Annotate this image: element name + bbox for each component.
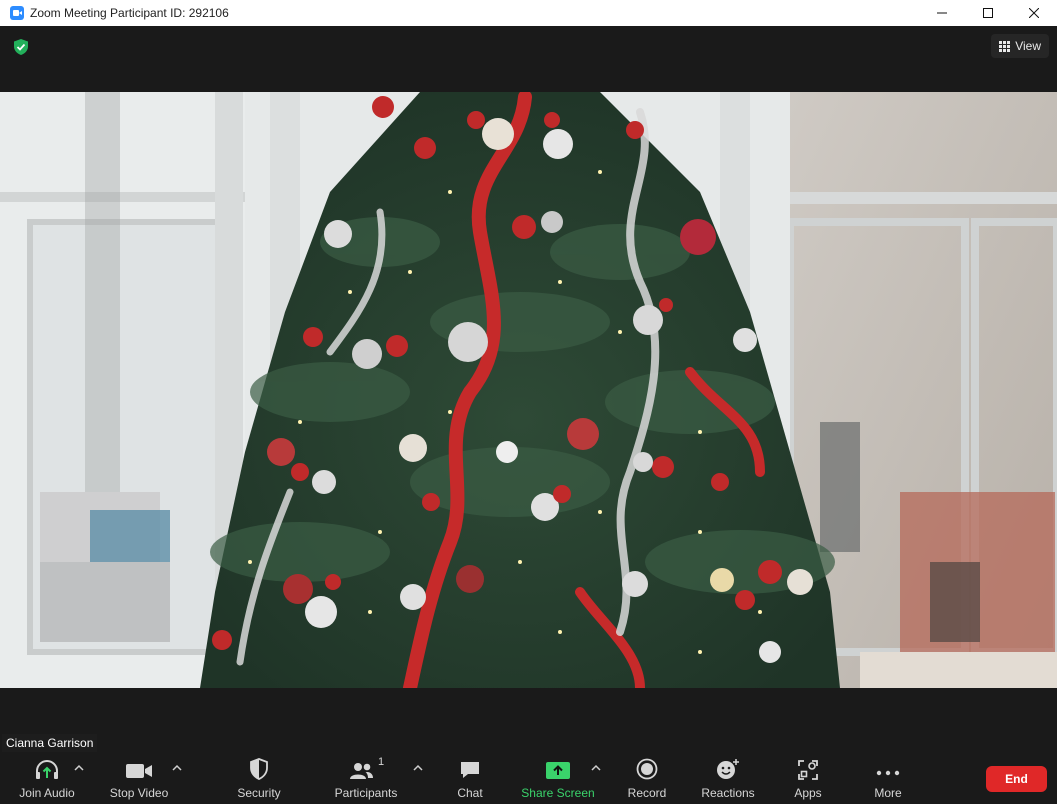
share-screen-icon	[546, 762, 570, 779]
record-button[interactable]: Record	[622, 752, 672, 804]
security-button[interactable]: Security	[229, 752, 289, 804]
reactions-label: Reactions	[701, 786, 755, 800]
meeting-topbar: View	[0, 26, 1057, 66]
more-dots-icon	[876, 770, 900, 776]
join-audio-label: Join Audio	[19, 786, 75, 800]
more-button[interactable]: More	[866, 752, 910, 804]
participants-button[interactable]: 1 Participants	[330, 752, 402, 804]
share-screen-button[interactable]: Share Screen	[518, 752, 598, 804]
security-label: Security	[237, 786, 281, 800]
window-titlebar: Zoom Meeting Participant ID: 292106	[0, 0, 1057, 26]
chat-label: Chat	[457, 786, 483, 800]
apps-label: Apps	[794, 786, 822, 800]
green-shield-check-icon[interactable]	[12, 38, 30, 56]
stop-video-button[interactable]: Stop Video	[104, 752, 174, 804]
chat-button[interactable]: Chat	[448, 752, 492, 804]
window-controls	[919, 0, 1057, 26]
maximize-button[interactable]	[965, 0, 1011, 26]
shield-icon	[250, 758, 268, 780]
minimize-icon	[937, 12, 947, 14]
meeting-toolbar: Join Audio Stop Video Security 1 Partici…	[0, 752, 1057, 804]
participant-video	[0, 92, 1057, 688]
view-button[interactable]: View	[991, 34, 1049, 58]
smiley-reaction-icon	[717, 759, 739, 779]
close-icon	[1029, 8, 1039, 18]
minimize-button[interactable]	[919, 0, 965, 26]
grid-icon	[999, 40, 1011, 52]
record-icon	[636, 758, 658, 780]
share-screen-label: Share Screen	[521, 786, 595, 800]
share-options-chevron-up-icon[interactable]	[591, 764, 601, 772]
view-label: View	[1015, 39, 1041, 53]
record-label: Record	[627, 786, 667, 800]
audio-options-chevron-up-icon[interactable]	[74, 764, 84, 772]
close-button[interactable]	[1011, 0, 1057, 26]
participants-icon	[349, 763, 373, 779]
participants-options-chevron-up-icon[interactable]	[413, 764, 423, 772]
video-frame-image	[0, 92, 1057, 688]
more-label: More	[874, 786, 902, 800]
window-title: Zoom Meeting Participant ID: 292106	[30, 6, 229, 20]
video-camera-icon	[126, 764, 152, 778]
participants-count: 1	[377, 756, 385, 768]
apps-button[interactable]: Apps	[788, 752, 828, 804]
zoom-app-icon	[10, 6, 24, 20]
headphones-icon	[36, 760, 58, 779]
video-options-chevron-up-icon[interactable]	[172, 764, 182, 772]
join-audio-button[interactable]: Join Audio	[14, 752, 80, 804]
maximize-icon	[983, 8, 993, 18]
stop-video-label: Stop Video	[109, 786, 169, 800]
apps-icon	[798, 760, 818, 780]
participant-name-tag: Cianna Garrison	[2, 734, 98, 753]
participants-label: Participants	[334, 786, 398, 800]
chat-bubble-icon	[461, 762, 479, 778]
reactions-button[interactable]: Reactions	[697, 752, 759, 804]
end-meeting-button[interactable]: End	[986, 766, 1047, 792]
